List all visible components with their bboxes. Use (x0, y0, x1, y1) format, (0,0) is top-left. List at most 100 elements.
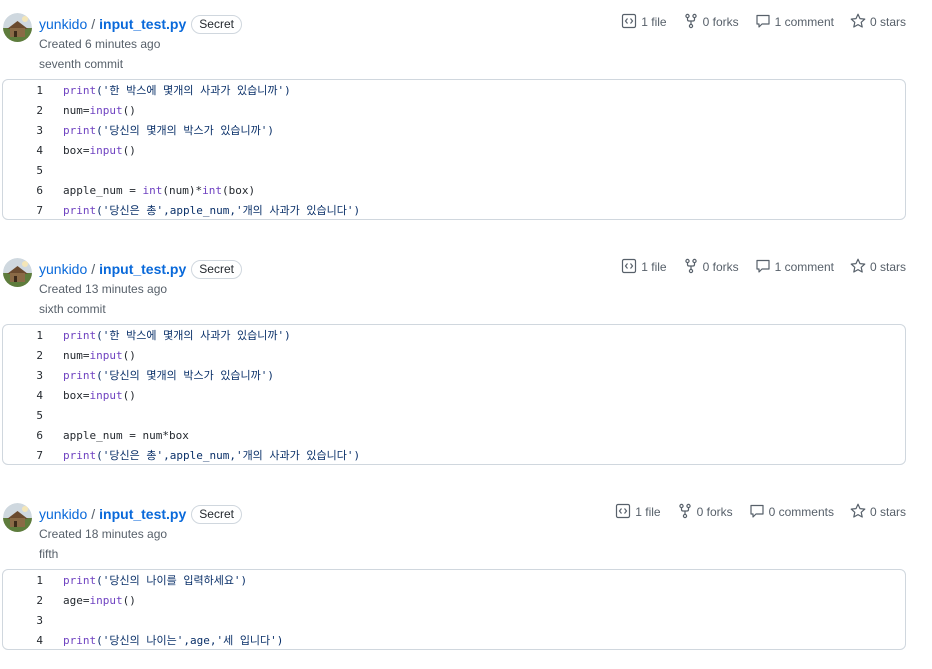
visibility-badge: Secret (191, 14, 242, 34)
code-token: int (142, 183, 163, 197)
files-stat[interactable]: 1 file (621, 13, 667, 32)
line-number[interactable]: 3 (3, 614, 43, 627)
comments-stat[interactable]: 1 comment (755, 258, 834, 277)
owner-link[interactable]: yunkido (39, 261, 87, 277)
line-number[interactable]: 1 (3, 84, 43, 97)
gist-filename-link[interactable]: input_test.py (99, 16, 186, 32)
forks-count: 0 forks (702, 15, 739, 29)
created-time: Created 18 minutes ago (39, 527, 168, 541)
gist-filename-link[interactable]: input_test.py (99, 506, 186, 522)
line-number[interactable]: 6 (3, 184, 43, 197)
repo-forked-icon (683, 258, 703, 277)
line-number[interactable]: 7 (3, 204, 43, 217)
forks-stat[interactable]: 0 forks (683, 13, 739, 32)
code-token: print (63, 574, 97, 587)
code-token: input (89, 388, 123, 402)
code-token: print (63, 204, 97, 217)
line-code: box=input() (43, 144, 136, 157)
code-token: input (89, 103, 123, 117)
line-number[interactable]: 2 (3, 349, 43, 362)
gist-stats: 1 file 0 forks 0 comments 0 stars (615, 503, 906, 521)
owner-link[interactable]: yunkido (39, 506, 87, 522)
line-number[interactable]: 1 (3, 329, 43, 342)
gist-description: sixth commit (39, 302, 106, 316)
line-code: print('한 박스에 몇개의 사과가 있습니까') (43, 327, 291, 343)
code-token: (num)* (162, 183, 203, 197)
line-number[interactable]: 6 (3, 429, 43, 442)
code-token: apple_num = num*box (63, 428, 189, 442)
line-number[interactable]: 2 (3, 594, 43, 607)
line-number[interactable]: 1 (3, 574, 43, 587)
line-number[interactable]: 3 (3, 124, 43, 137)
code-line: 2 num=input() (3, 345, 905, 365)
code-line: 5 (3, 405, 905, 425)
code-token: print (63, 369, 97, 382)
files-stat[interactable]: 1 file (621, 258, 667, 277)
code-token: input (89, 143, 123, 157)
code-square-icon (621, 258, 641, 277)
line-number[interactable]: 4 (3, 144, 43, 157)
code-preview[interactable]: 1 print('당신의 나이를 입력하세요') 2 age=input() 3 4 pri… (2, 569, 906, 650)
gist-title: yunkido / input_test.py Secret (39, 14, 242, 34)
code-line: 4 print('당신의 나이는',age,'세 입니다') (3, 630, 905, 649)
code-line: 6 apple_num = int(num)*int(box) (3, 180, 905, 200)
code-token: ('당신은 총',apple_num,'개의 사과가 있습니다') (96, 449, 361, 462)
line-code: print('당신의 몇개의 박스가 있습니까') (43, 122, 274, 138)
forks-stat[interactable]: 0 forks (677, 503, 733, 522)
stars-stat[interactable]: 0 stars (850, 13, 906, 32)
code-token: print (63, 449, 97, 462)
avatar[interactable] (3, 258, 32, 287)
code-token: () (122, 388, 136, 402)
line-number[interactable]: 5 (3, 164, 43, 177)
line-code: box=input() (43, 389, 136, 402)
code-token: ('당신은 총',apple_num,'개의 사과가 있습니다') (96, 204, 361, 217)
code-token: print (63, 329, 97, 342)
line-code: apple_num = int(num)*int(box) (43, 184, 255, 197)
comments-count: 0 comments (768, 505, 834, 519)
line-number[interactable]: 2 (3, 104, 43, 117)
files-count: 1 file (641, 260, 667, 274)
created-time: Created 13 minutes ago (39, 282, 168, 296)
code-token: () (122, 348, 136, 362)
code-token: ('한 박스에 몇개의 사과가 있습니까') (96, 84, 291, 97)
code-line: 6 apple_num = num*box (3, 425, 905, 445)
code-preview[interactable]: 1 print ('한 박스에 몇개의 사과가 있습니까') 2 num=input()… (2, 79, 906, 220)
line-code: apple_num = num*box (43, 429, 189, 442)
comment-icon (749, 503, 769, 522)
code-token: input (89, 348, 123, 362)
code-line: 1 print('당신의 나이를 입력하세요') (3, 570, 905, 590)
forks-count: 0 forks (696, 505, 733, 519)
comments-stat[interactable]: 1 comment (755, 13, 834, 32)
stars-stat[interactable]: 0 stars (850, 258, 906, 277)
gist-description: seventh commit (39, 57, 124, 71)
code-token: ('당신의 나이는',age,'세 입니다') (96, 634, 284, 647)
line-number[interactable]: 3 (3, 369, 43, 382)
code-square-icon (615, 503, 635, 522)
code-preview[interactable]: 1 print('한 박스에 몇개의 사과가 있습니까') 2 num=input()… (2, 324, 906, 465)
code-line: 3 print('당신의 몇개의 박스가 있습니까') (3, 365, 905, 385)
code-line: 1 print('한 박스에 몇개의 사과가 있습니까') (3, 325, 905, 345)
gist-filename-link[interactable]: input_test.py (99, 261, 186, 277)
line-code: num=input() (43, 349, 136, 362)
line-code: print('당신의 나이는',age,'세 입니다') (43, 632, 283, 648)
code-token: () (122, 103, 136, 117)
path-separator: / (91, 506, 96, 522)
star-icon (850, 503, 870, 522)
code-token: ('당신의 나이를 입력하세요') (96, 574, 248, 587)
files-stat[interactable]: 1 file (615, 503, 661, 522)
stars-stat[interactable]: 0 stars (850, 503, 906, 522)
line-number[interactable]: 5 (3, 409, 43, 422)
avatar[interactable] (3, 13, 32, 42)
code-token: print (63, 634, 97, 647)
owner-link[interactable]: yunkido (39, 16, 87, 32)
avatar[interactable] (3, 503, 32, 532)
stars-count: 0 stars (869, 15, 906, 29)
created-time: Created 6 minutes ago (39, 37, 161, 51)
line-number[interactable]: 7 (3, 449, 43, 462)
line-number[interactable]: 4 (3, 389, 43, 402)
line-code: num=input() (43, 104, 136, 117)
forks-stat[interactable]: 0 forks (683, 258, 739, 277)
comments-stat[interactable]: 0 comments (749, 503, 834, 522)
files-count: 1 file (635, 505, 661, 519)
line-number[interactable]: 4 (3, 634, 43, 647)
